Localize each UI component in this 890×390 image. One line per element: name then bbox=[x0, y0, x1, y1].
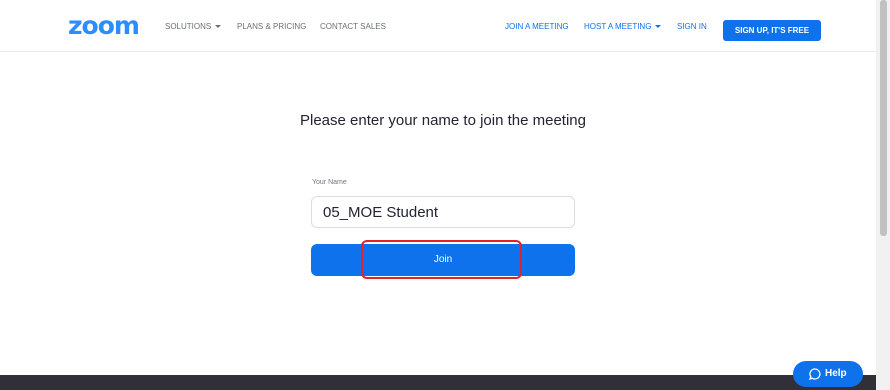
footer-bar bbox=[0, 375, 876, 390]
sign-up-button[interactable]: SIGN UP, IT'S FREE bbox=[723, 20, 821, 41]
contact-sales-link[interactable]: CONTACT SALES bbox=[320, 22, 386, 32]
sign-in-link[interactable]: SIGN IN bbox=[677, 22, 707, 32]
zoom-logo[interactable]: zoom bbox=[68, 13, 140, 38]
chat-bubble-icon bbox=[809, 368, 821, 380]
help-button[interactable]: Help bbox=[793, 361, 863, 387]
help-label: Help bbox=[825, 368, 847, 379]
chevron-down-icon bbox=[215, 25, 222, 28]
page-title: Please enter your name to join the meeti… bbox=[299, 112, 586, 129]
join-meeting-link[interactable]: JOIN A MEETING bbox=[505, 22, 569, 32]
host-meeting-label: HOST A MEETING bbox=[584, 22, 652, 31]
plans-pricing-link[interactable]: PLANS & PRICING bbox=[237, 22, 306, 32]
solutions-menu[interactable]: SOLUTIONS bbox=[165, 22, 222, 32]
solutions-label: SOLUTIONS bbox=[165, 22, 212, 31]
scrollbar-thumb[interactable] bbox=[880, 0, 887, 236]
join-highlight-annotation bbox=[361, 240, 522, 279]
top-navigation-bar: zoom SOLUTIONS PLANS & PRICING CONTACT S… bbox=[0, 0, 876, 52]
host-meeting-menu[interactable]: HOST A MEETING bbox=[584, 22, 662, 32]
chevron-down-icon bbox=[655, 25, 662, 28]
name-input[interactable] bbox=[311, 196, 575, 228]
page-scrollbar[interactable] bbox=[876, 0, 890, 390]
your-name-label: Your Name bbox=[312, 179, 347, 186]
